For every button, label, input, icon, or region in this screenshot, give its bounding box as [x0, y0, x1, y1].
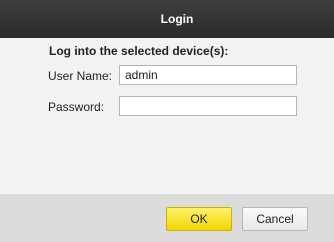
password-label: Password: [48, 100, 105, 114]
password-input[interactable] [119, 96, 297, 116]
dialog-footer: OK Cancel [0, 194, 334, 242]
username-input[interactable] [119, 65, 297, 85]
login-heading: Log into the selected device(s): [49, 44, 229, 58]
dialog-body [0, 38, 334, 194]
username-label: User Name: [48, 69, 113, 83]
dialog-title: Login [160, 12, 194, 26]
dialog-titlebar[interactable]: Login [0, 0, 334, 38]
login-dialog: Login Log into the selected device(s): U… [0, 0, 334, 242]
cancel-button[interactable]: Cancel [242, 207, 308, 231]
ok-button[interactable]: OK [166, 207, 232, 231]
